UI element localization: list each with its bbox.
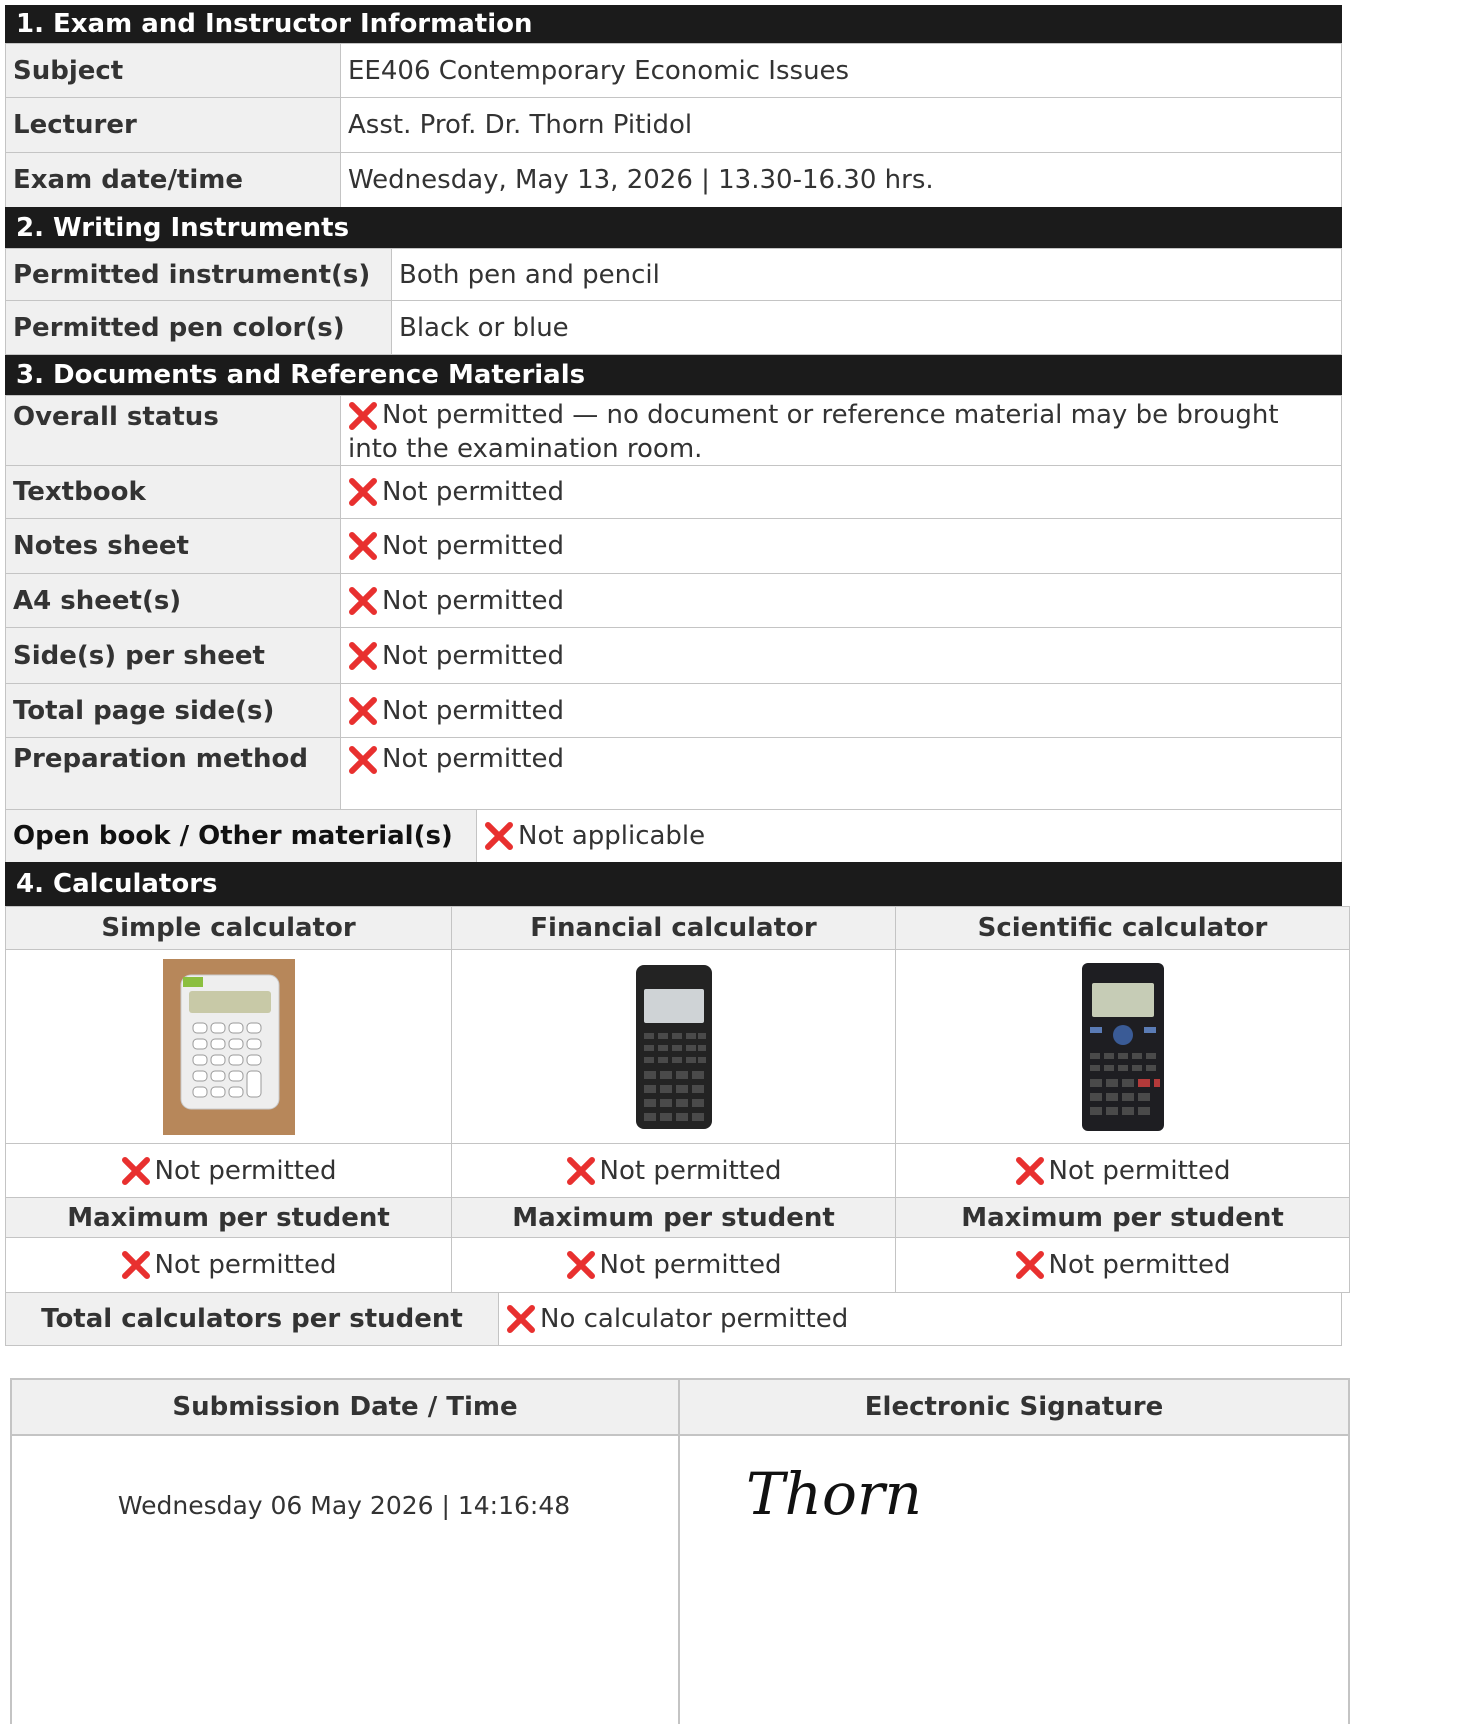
instrument-value: Both pen and pencil <box>391 248 1342 301</box>
section-header-writing: 2. Writing Instruments <box>5 207 1342 248</box>
lecturer-label: Lecturer <box>5 97 341 153</box>
cross-mark-icon <box>348 696 378 726</box>
submission-date-header: Submission Date / Time <box>10 1378 680 1436</box>
total-page-sides-value: Not permitted <box>340 683 1342 738</box>
textbook-label: Textbook <box>5 465 341 519</box>
cross-mark-icon <box>348 477 378 507</box>
scientific-calculator-image-cell <box>895 949 1350 1144</box>
section-header-documents: 3. Documents and Reference Materials <box>5 355 1342 395</box>
a4-sheets-status: Not permitted <box>382 585 564 616</box>
preparation-method-value: Not permitted <box>340 737 1342 810</box>
lecturer-value: Asst. Prof. Dr. Thorn Pitidol <box>340 97 1342 153</box>
scientific-calculator-header: Scientific calculator <box>895 906 1350 950</box>
open-book-status: Not applicable <box>518 821 706 851</box>
signature-header: Electronic Signature <box>678 1378 1350 1436</box>
overall-status-value: Not permitted — no document or reference… <box>340 395 1342 466</box>
scientific-max-text: Not permitted <box>1048 1250 1231 1280</box>
financial-status-text: Not permitted <box>599 1155 782 1186</box>
electronic-signature: Thorn <box>746 1460 923 1528</box>
cross-mark-icon <box>348 641 378 671</box>
overall-status-label: Overall status <box>5 395 341 466</box>
cross-mark-icon <box>121 1250 151 1280</box>
cross-mark-icon <box>1015 1250 1045 1280</box>
scientific-calculator-image <box>1081 962 1164 1131</box>
scientific-calculator-status: Not permitted <box>895 1143 1350 1198</box>
textbook-value: Not permitted <box>340 465 1342 519</box>
financial-calculator-status: Not permitted <box>451 1143 896 1198</box>
cross-mark-icon <box>348 745 378 775</box>
financial-max-text: Not permitted <box>599 1250 782 1280</box>
financial-calculator-header: Financial calculator <box>451 906 896 950</box>
simple-status-text: Not permitted <box>154 1155 337 1186</box>
overall-status-text: Not permitted — no document or reference… <box>348 400 1279 464</box>
cross-mark-icon <box>121 1156 151 1186</box>
scientific-max-header: Maximum per student <box>895 1197 1350 1238</box>
pen-color-value: Black or blue <box>391 300 1342 355</box>
total-page-sides-status: Not permitted <box>382 695 564 726</box>
exam-datetime-label: Exam date/time <box>5 152 341 208</box>
section-header-calculators: 4. Calculators <box>5 862 1342 906</box>
scientific-status-text: Not permitted <box>1048 1155 1231 1186</box>
simple-calculator-image <box>162 958 295 1135</box>
subject-value: EE406 Contemporary Economic Issues <box>340 43 1342 98</box>
total-calculators-value: No calculator permitted <box>498 1292 1342 1346</box>
notes-sheet-label: Notes sheet <box>5 518 341 574</box>
textbook-status: Not permitted <box>382 477 564 507</box>
submission-date-value: Wednesday 06 May 2026 | 14:16:48 <box>117 1490 571 1520</box>
instrument-label: Permitted instrument(s) <box>5 248 392 301</box>
open-book-label: Open book / Other material(s) <box>5 809 477 863</box>
a4-sheets-value: Not permitted <box>340 573 1342 628</box>
open-book-value: Not applicable <box>476 809 1342 863</box>
sides-per-sheet-value: Not permitted <box>340 627 1342 684</box>
total-calculators-text: No calculator permitted <box>540 1304 849 1334</box>
simple-max-value: Not permitted <box>5 1237 452 1293</box>
financial-max-value: Not permitted <box>451 1237 896 1293</box>
total-page-sides-label: Total page side(s) <box>5 683 341 738</box>
financial-calculator-image <box>635 964 712 1129</box>
simple-calculator-status: Not permitted <box>5 1143 452 1198</box>
pen-color-label: Permitted pen color(s) <box>5 300 392 355</box>
total-calculators-label: Total calculators per student <box>5 1292 499 1346</box>
cross-mark-icon <box>348 401 378 431</box>
simple-calculator-image-cell <box>5 949 452 1144</box>
a4-sheets-label: A4 sheet(s) <box>5 573 341 628</box>
financial-max-header: Maximum per student <box>451 1197 896 1238</box>
subject-label: Subject <box>5 43 341 98</box>
column-divider <box>678 1434 680 1724</box>
simple-max-text: Not permitted <box>154 1250 337 1280</box>
sides-per-sheet-label: Side(s) per sheet <box>5 627 341 684</box>
financial-calculator-image-cell <box>451 949 896 1144</box>
cross-mark-icon <box>348 586 378 616</box>
cross-mark-icon <box>348 531 378 561</box>
cross-mark-icon <box>1015 1156 1045 1186</box>
cross-mark-icon <box>566 1156 596 1186</box>
preparation-method-status: Not permitted <box>382 744 564 774</box>
scientific-max-value: Not permitted <box>895 1237 1350 1293</box>
exam-datetime-value: Wednesday, May 13, 2026 | 13.30-16.30 hr… <box>340 152 1342 208</box>
notes-sheet-value: Not permitted <box>340 518 1342 574</box>
notes-sheet-status: Not permitted <box>382 531 564 561</box>
preparation-method-label: Preparation method <box>5 737 341 810</box>
simple-max-header: Maximum per student <box>5 1197 452 1238</box>
simple-calculator-header: Simple calculator <box>5 906 452 950</box>
section-header-exam-info: 1. Exam and Instructor Information <box>5 5 1342 43</box>
cross-mark-icon <box>506 1304 536 1334</box>
cross-mark-icon <box>484 821 514 851</box>
sides-per-sheet-status: Not permitted <box>382 640 564 671</box>
cross-mark-icon <box>566 1250 596 1280</box>
